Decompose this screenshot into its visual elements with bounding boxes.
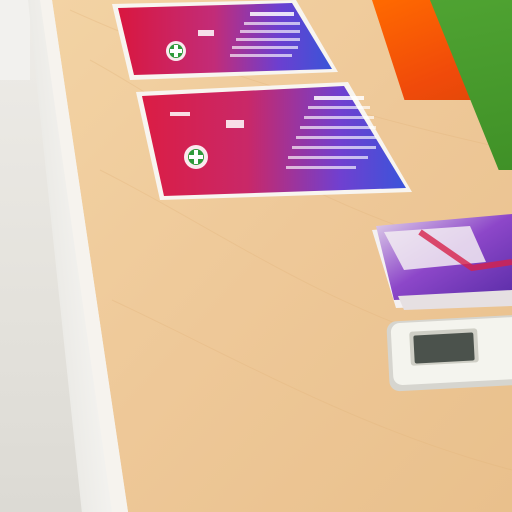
brochure — [372, 214, 512, 310]
remote-control — [386, 314, 512, 392]
photo-scene — [0, 0, 512, 512]
